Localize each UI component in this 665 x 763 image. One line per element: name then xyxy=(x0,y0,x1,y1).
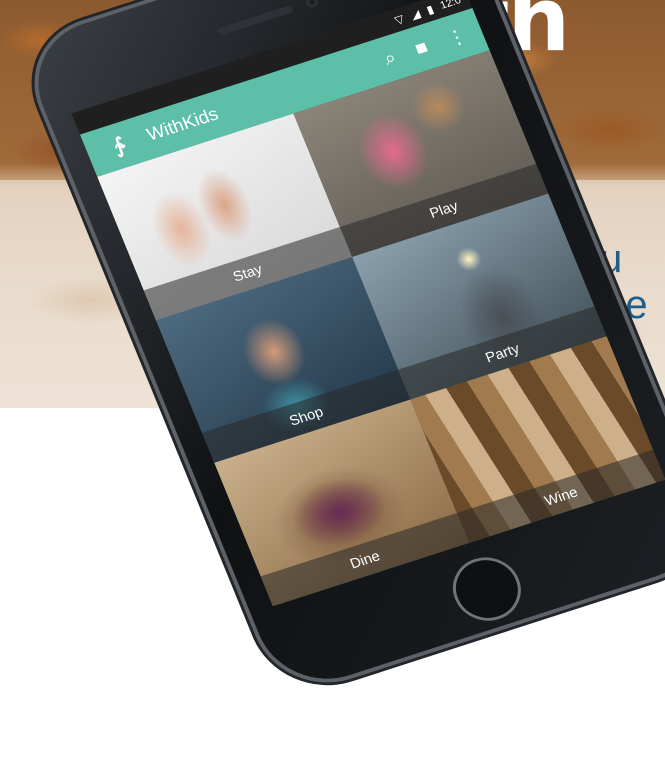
wifi-icon: ▽ xyxy=(392,12,407,28)
bookmark-icon[interactable]: ■ xyxy=(412,36,432,60)
signal-icon: ◢ xyxy=(408,6,423,22)
search-icon[interactable]: ⌕ xyxy=(381,47,400,71)
more-vert-icon[interactable]: ⋮ xyxy=(443,23,471,51)
status-time: 12:0 xyxy=(438,0,463,12)
withkids-logo-icon[interactable]: ∱ xyxy=(96,127,142,165)
battery-icon: ▮ xyxy=(424,2,436,17)
